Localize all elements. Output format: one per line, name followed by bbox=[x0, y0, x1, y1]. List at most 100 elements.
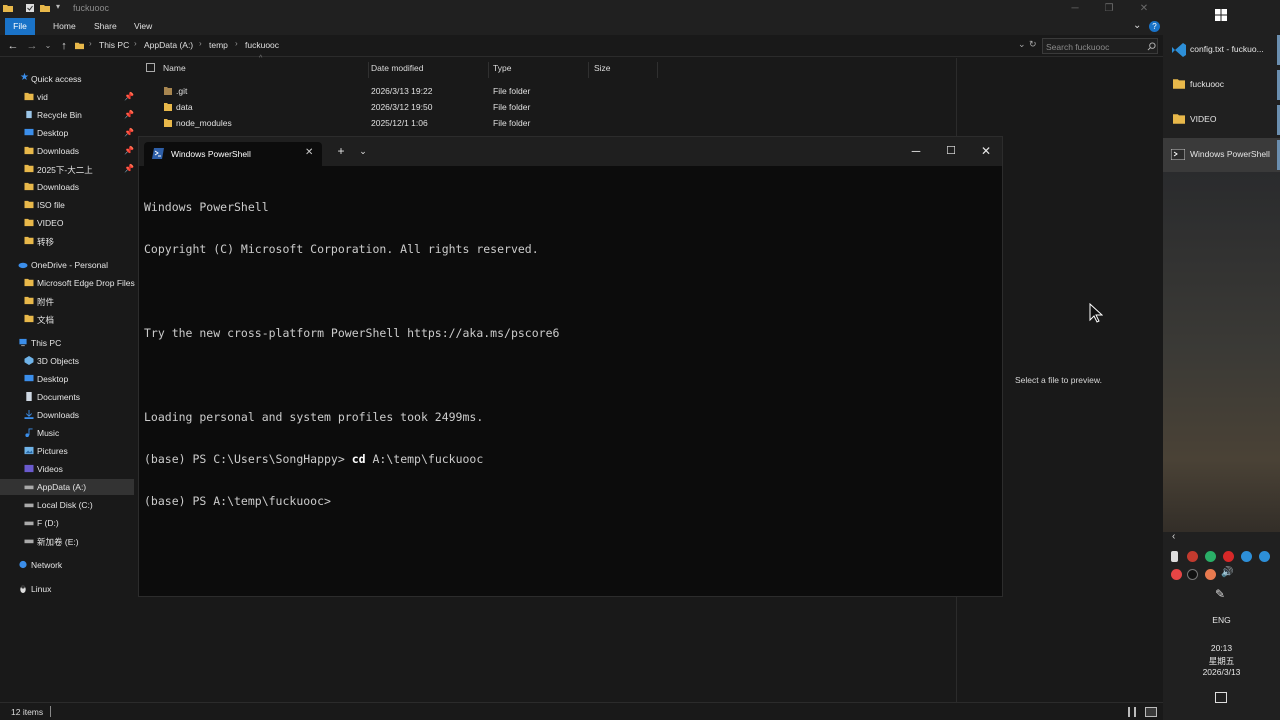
nav-item-local-disk-c[interactable]: Local Disk (C:) bbox=[0, 497, 134, 513]
nav-item-documents[interactable]: Documents bbox=[0, 389, 134, 405]
recent-locations-icon[interactable]: ⌄ bbox=[41, 39, 55, 53]
nav-item-transfer[interactable]: 转移 bbox=[0, 233, 134, 249]
wechat-icon[interactable] bbox=[1205, 551, 1216, 562]
volume-icon[interactable]: 🔊 bbox=[1221, 567, 1233, 578]
tiktok-icon[interactable] bbox=[1187, 569, 1198, 580]
nav-item-iso-file[interactable]: ISO file bbox=[0, 197, 134, 213]
nav-item-recycle-bin[interactable]: Recycle Bin 📌 bbox=[0, 107, 134, 123]
nav-item-attachments[interactable]: 附件 bbox=[0, 293, 134, 309]
folder-icon bbox=[24, 92, 34, 101]
tray-app-icon[interactable] bbox=[1223, 551, 1234, 562]
nav-item-video[interactable]: VIDEO bbox=[0, 215, 134, 231]
close-button[interactable]: ✕ bbox=[1127, 0, 1161, 18]
nav-quick-access[interactable]: ★ Quick access bbox=[0, 71, 134, 87]
notification-center-icon[interactable] bbox=[1215, 692, 1227, 703]
terminal-prompt-line[interactable]: (base) PS A:\temp\fuckuooc> bbox=[144, 494, 994, 508]
tab-dropdown-icon[interactable]: ⌄ bbox=[354, 142, 372, 160]
terminal-minimize-button[interactable]: ─ bbox=[907, 142, 925, 160]
file-row[interactable]: node_modules 2025/12/1 1:06 File folder bbox=[137, 115, 955, 131]
nav-item-pictures[interactable]: Pictures bbox=[0, 443, 134, 459]
nav-item-edge-drop[interactable]: Microsoft Edge Drop Files bbox=[0, 275, 135, 291]
tray-app-icon[interactable] bbox=[1205, 569, 1216, 580]
large-icons-view-icon[interactable] bbox=[1145, 707, 1157, 717]
breadcrumb-separator[interactable]: › bbox=[134, 39, 137, 48]
back-button[interactable]: ← bbox=[6, 39, 20, 53]
nav-item-drive-e[interactable]: 新加卷 (E:) bbox=[0, 533, 134, 549]
refresh-icon[interactable]: ↻ bbox=[1029, 39, 1037, 50]
quick-access-toolbar-dropdown-icon[interactable]: ▾ bbox=[56, 2, 60, 11]
nav-item-downloads[interactable]: Downloads 📌 bbox=[0, 143, 134, 159]
clock-time[interactable]: 20:13 bbox=[1163, 643, 1280, 653]
nav-item-desktop[interactable]: Desktop 📌 bbox=[0, 125, 134, 141]
file-row[interactable]: .git 2026/3/13 19:22 File folder bbox=[137, 83, 955, 99]
breadcrumb-separator[interactable]: › bbox=[235, 39, 238, 48]
up-button[interactable]: ↑ bbox=[57, 39, 71, 53]
nav-item-downloads-2[interactable]: Downloads bbox=[0, 179, 134, 195]
taskbar-app-powershell[interactable]: Windows PowerShell bbox=[1163, 138, 1280, 172]
nav-this-pc[interactable]: This PC bbox=[0, 335, 134, 351]
search-input[interactable] bbox=[1046, 41, 1142, 52]
input-language[interactable]: ENG bbox=[1163, 615, 1280, 625]
new-tab-button[interactable]: + bbox=[332, 142, 350, 160]
nav-item-pc-downloads[interactable]: Downloads bbox=[0, 407, 134, 423]
clock-weekday[interactable]: 星期五 bbox=[1163, 655, 1280, 667]
tray-app-icon[interactable] bbox=[1187, 551, 1198, 562]
breadcrumb-separator[interactable]: › bbox=[199, 39, 202, 48]
terminal-output[interactable]: Windows PowerShell Copyright (C) Microso… bbox=[144, 172, 994, 592]
nav-item-music[interactable]: Music bbox=[0, 425, 134, 441]
nav-item-drive-d[interactable]: F (D:) bbox=[0, 515, 134, 531]
close-tab-icon[interactable]: ✕ bbox=[305, 147, 313, 158]
minimize-button[interactable]: ─ bbox=[1058, 0, 1092, 18]
column-type[interactable]: Type bbox=[489, 62, 589, 78]
clock-date[interactable]: 2026/3/13 bbox=[1163, 667, 1280, 677]
taskbar-app-explorer-video[interactable]: VIDEO bbox=[1163, 103, 1280, 137]
tray-app-icon[interactable] bbox=[1259, 551, 1270, 562]
restore-button[interactable]: ❐ bbox=[1092, 0, 1126, 18]
nav-item-2025-semester[interactable]: 2025下-大二上 📌 bbox=[0, 161, 134, 177]
address-field[interactable]: › This PC › AppData (A:) › temp › fuckuo… bbox=[72, 38, 1040, 54]
nav-item-pc-desktop[interactable]: Desktop bbox=[0, 371, 134, 387]
select-all-checkbox[interactable] bbox=[146, 63, 155, 72]
nav-item-3d-objects[interactable]: 3D Objects bbox=[0, 353, 134, 369]
forward-button[interactable]: → bbox=[25, 39, 39, 53]
breadcrumb-appdata[interactable]: AppData (A:) bbox=[144, 40, 193, 50]
taskbar-app-explorer-fuckuooc[interactable]: fuckuooc bbox=[1163, 68, 1280, 102]
nav-onedrive[interactable]: OneDrive - Personal bbox=[0, 257, 134, 273]
nav-item-videos[interactable]: Videos bbox=[0, 461, 134, 477]
tab-share[interactable]: Share bbox=[86, 18, 125, 35]
taskbar-app-vscode[interactable]: config.txt - fuckuo... bbox=[1163, 33, 1280, 67]
windows-start-icon[interactable] bbox=[1215, 9, 1227, 21]
details-view-icon[interactable] bbox=[1128, 707, 1136, 717]
nav-item-documents-cn[interactable]: 文档 bbox=[0, 311, 134, 327]
terminal-close-button[interactable]: ✕ bbox=[977, 142, 995, 160]
search-box[interactable] bbox=[1042, 38, 1158, 54]
preview-message: Select a file to preview. bbox=[1015, 375, 1102, 385]
breadcrumb-this-pc[interactable]: This PC bbox=[99, 40, 129, 50]
terminal-tab[interactable]: Windows PowerShell ✕ bbox=[144, 142, 322, 166]
tab-file[interactable]: File bbox=[5, 18, 35, 35]
tray-app-icon[interactable] bbox=[1241, 551, 1252, 562]
terminal-maximize-button[interactable]: ☐ bbox=[942, 142, 960, 160]
new-folder-icon[interactable] bbox=[40, 3, 50, 13]
nav-item-appdata-drive[interactable]: AppData (A:) bbox=[0, 479, 134, 495]
breadcrumb-temp[interactable]: temp bbox=[209, 40, 228, 50]
file-row[interactable]: data 2026/3/12 19:50 File folder bbox=[137, 99, 955, 115]
show-hidden-icons-icon[interactable]: ‹ bbox=[1172, 531, 1175, 542]
nav-item-vid[interactable]: vid 📌 bbox=[0, 89, 134, 105]
breadcrumb-fuckuooc[interactable]: fuckuooc bbox=[245, 40, 279, 50]
pen-icon[interactable]: ✎ bbox=[1215, 587, 1225, 601]
nav-network[interactable]: Network bbox=[0, 557, 134, 573]
tab-view[interactable]: View bbox=[126, 18, 160, 35]
tray-app-icon[interactable] bbox=[1171, 569, 1182, 580]
address-dropdown-icon[interactable]: ⌄ bbox=[1018, 39, 1026, 50]
microphone-icon[interactable] bbox=[1171, 551, 1178, 562]
help-icon[interactable]: ? bbox=[1149, 21, 1160, 32]
column-date-modified[interactable]: Date modified bbox=[367, 62, 489, 78]
column-name[interactable]: Name bbox=[159, 62, 369, 78]
column-size[interactable]: Size bbox=[590, 62, 658, 78]
cube-icon bbox=[24, 356, 34, 365]
expand-ribbon-icon[interactable]: ⌄ bbox=[1133, 20, 1141, 31]
tab-home[interactable]: Home bbox=[45, 18, 84, 35]
nav-linux[interactable]: Linux bbox=[0, 581, 134, 597]
properties-icon[interactable] bbox=[25, 3, 35, 13]
